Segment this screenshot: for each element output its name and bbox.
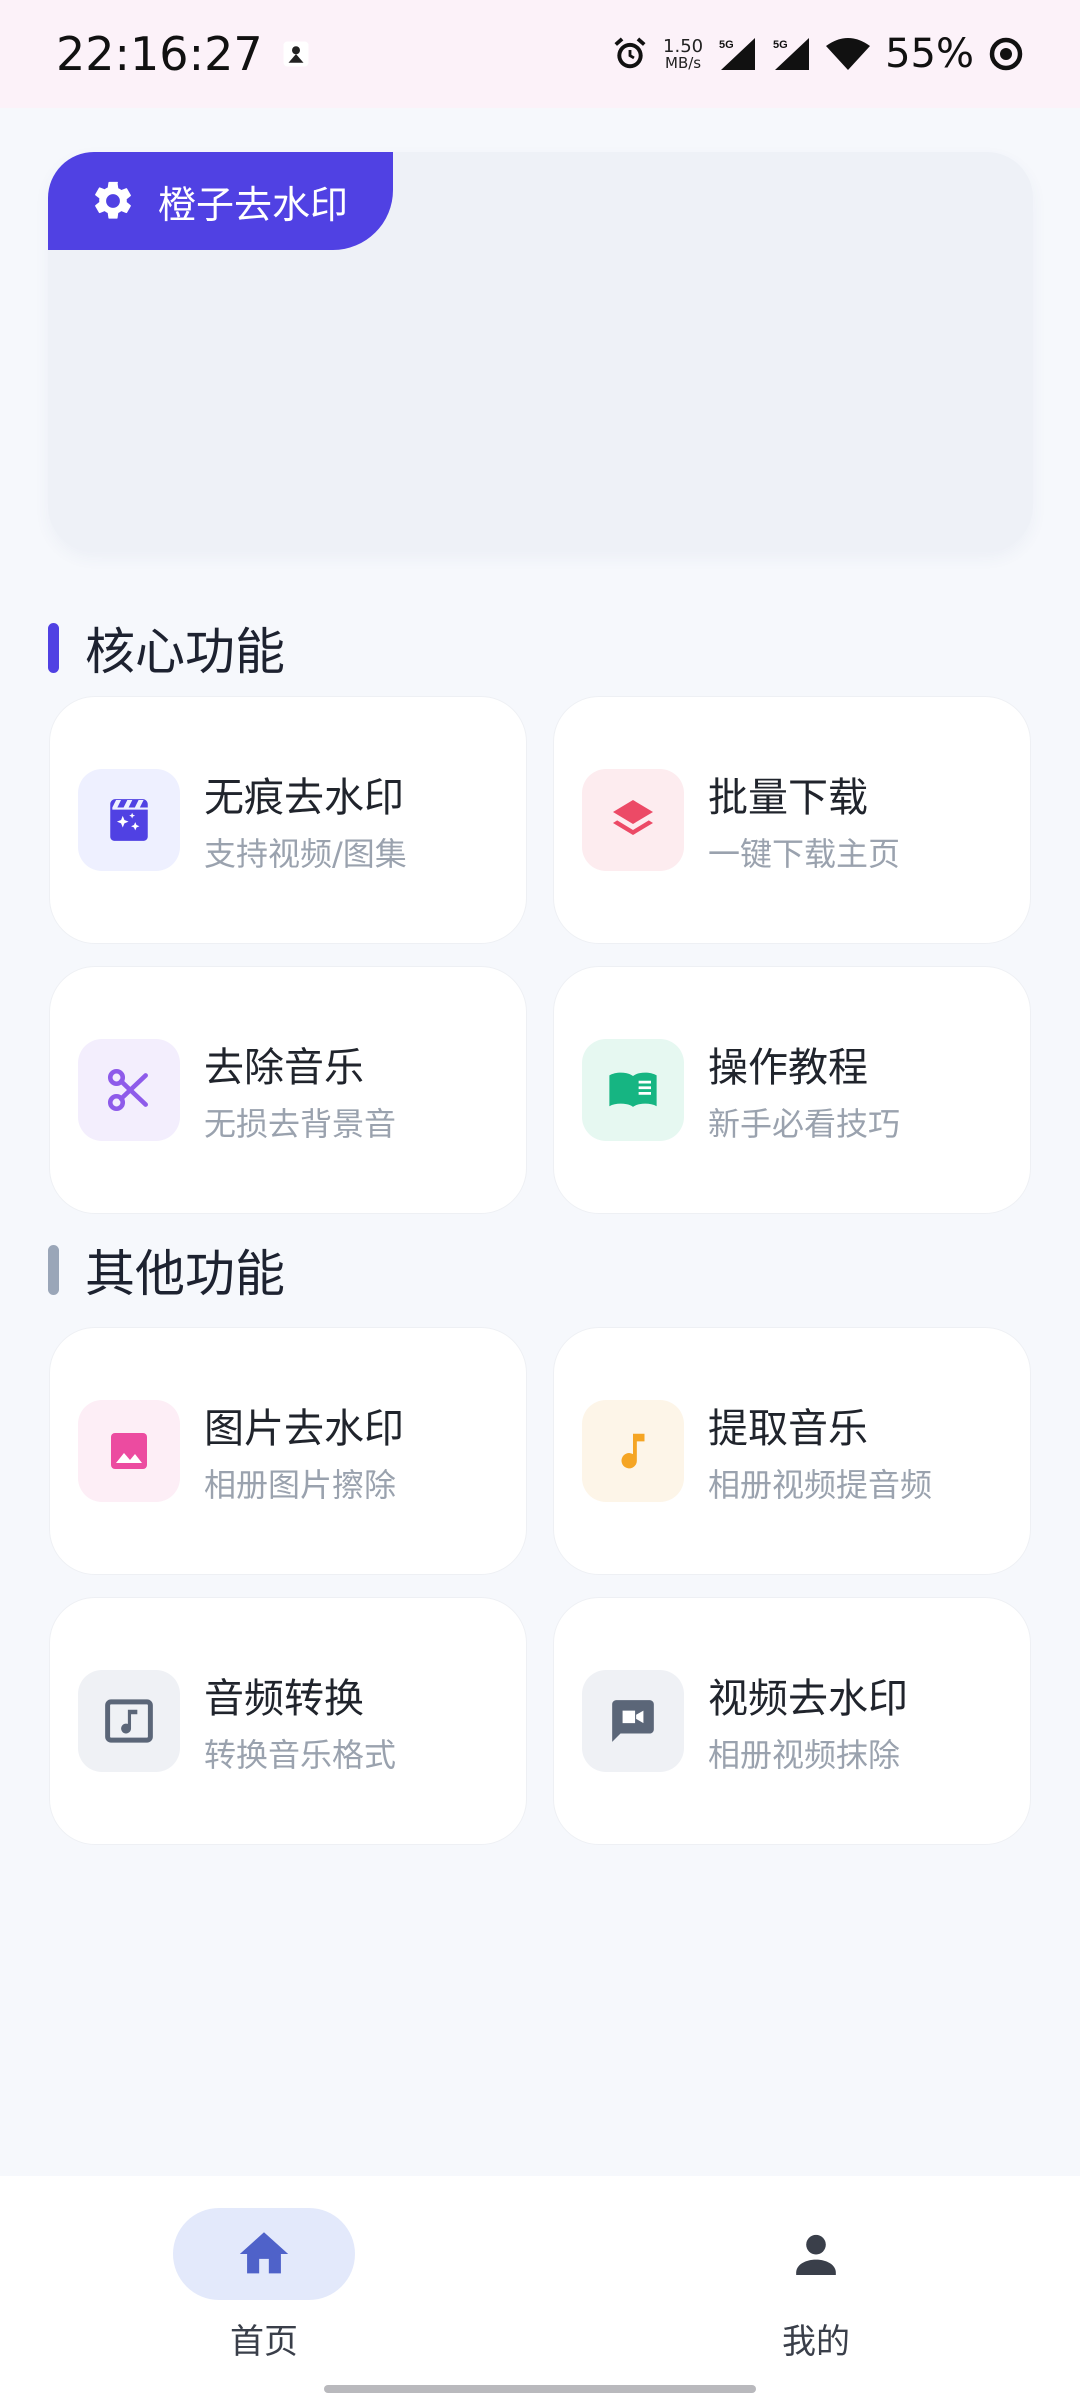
network-speed: 1.50 MB/s xyxy=(663,35,704,72)
section-accent-bar xyxy=(48,623,59,673)
home-indicator[interactable] xyxy=(324,2385,756,2393)
audio-file-icon xyxy=(78,1670,180,1772)
signal-5g-icon: 5G xyxy=(773,38,810,70)
nav-label-home: 首页 xyxy=(230,2322,298,2362)
section-other-title: 其他功能 xyxy=(48,1234,285,1306)
book-icon xyxy=(582,1039,684,1141)
app-name-tag: 橙子去水印 xyxy=(48,152,393,250)
gear-icon xyxy=(95,181,131,219)
card-subtitle: 转换音乐格式 xyxy=(204,1736,397,1774)
feature-card-remove-music[interactable]: 去除音乐 无损去背景音 xyxy=(49,966,527,1214)
notification-icon xyxy=(283,41,309,67)
nav-mine-pill xyxy=(725,2208,907,2300)
signal-5g-icon: 5G xyxy=(719,38,756,70)
banner[interactable]: 橙子去水印 xyxy=(48,152,1033,552)
card-title: 操作教程 xyxy=(708,1045,868,1091)
feature-card-remove-watermark[interactable]: 无痕去水印 支持视频/图集 xyxy=(49,696,527,944)
card-title: 无痕去水印 xyxy=(204,775,404,821)
svg-text:5G: 5G xyxy=(773,39,788,51)
home-icon xyxy=(239,2232,289,2274)
app-name-label: 橙子去水印 xyxy=(158,182,349,227)
music-note-icon xyxy=(582,1400,684,1502)
card-subtitle: 相册视频抹除 xyxy=(708,1736,901,1774)
card-title: 提取音乐 xyxy=(708,1406,868,1452)
person-icon xyxy=(796,2234,836,2275)
feature-card-audio-convert[interactable]: 音频转换 转换音乐格式 xyxy=(49,1597,527,1845)
app-screen: 22:16:27 1.50 MB/s 5G 5G 55% 橙子去水印 核心功能 … xyxy=(0,0,1080,2400)
section-accent-bar xyxy=(48,1245,59,1295)
layers-icon xyxy=(582,769,684,871)
feature-card-tutorial[interactable]: 操作教程 新手必看技巧 xyxy=(553,966,1031,1214)
card-subtitle: 相册视频提音频 xyxy=(708,1466,933,1504)
card-subtitle: 一键下载主页 xyxy=(708,835,901,873)
video-chat-icon xyxy=(582,1670,684,1772)
movie-sparkle-icon xyxy=(78,769,180,871)
bottom-nav: 首页 我的 xyxy=(0,2176,1080,2400)
feature-card-image-watermark[interactable]: 图片去水印 相册图片擦除 xyxy=(49,1327,527,1575)
image-icon xyxy=(78,1400,180,1502)
card-title: 图片去水印 xyxy=(204,1406,404,1452)
card-title: 音频转换 xyxy=(204,1676,364,1722)
battery-percent: 55% xyxy=(885,31,974,77)
status-time: 22:16:27 xyxy=(56,27,263,81)
svg-text:5G: 5G xyxy=(719,39,734,51)
nav-item-mine[interactable]: 我的 xyxy=(636,2208,996,2363)
battery-ring-icon xyxy=(989,37,1023,71)
feature-card-video-watermark[interactable]: 视频去水印 相册视频抹除 xyxy=(553,1597,1031,1845)
scissors-icon xyxy=(78,1039,180,1141)
feature-card-extract-music[interactable]: 提取音乐 相册视频提音频 xyxy=(553,1327,1031,1575)
card-title: 批量下载 xyxy=(708,775,868,821)
card-subtitle: 新手必看技巧 xyxy=(708,1105,901,1143)
card-subtitle: 支持视频/图集 xyxy=(204,835,407,873)
card-subtitle: 无损去背景音 xyxy=(204,1105,397,1143)
card-title: 去除音乐 xyxy=(204,1045,364,1091)
alarm-icon xyxy=(614,37,646,69)
status-bar: 22:16:27 1.50 MB/s 5G 5G 55% xyxy=(0,0,1080,108)
card-title: 视频去水印 xyxy=(708,1676,908,1722)
card-subtitle: 相册图片擦除 xyxy=(204,1466,397,1504)
nav-home-pill xyxy=(173,2208,355,2300)
feature-card-batch-download[interactable]: 批量下载 一键下载主页 xyxy=(553,696,1031,944)
section-core-title: 核心功能 xyxy=(48,612,285,684)
wifi-icon xyxy=(826,38,871,70)
nav-label-mine: 我的 xyxy=(782,2322,850,2362)
nav-item-home[interactable]: 首页 xyxy=(84,2208,444,2363)
